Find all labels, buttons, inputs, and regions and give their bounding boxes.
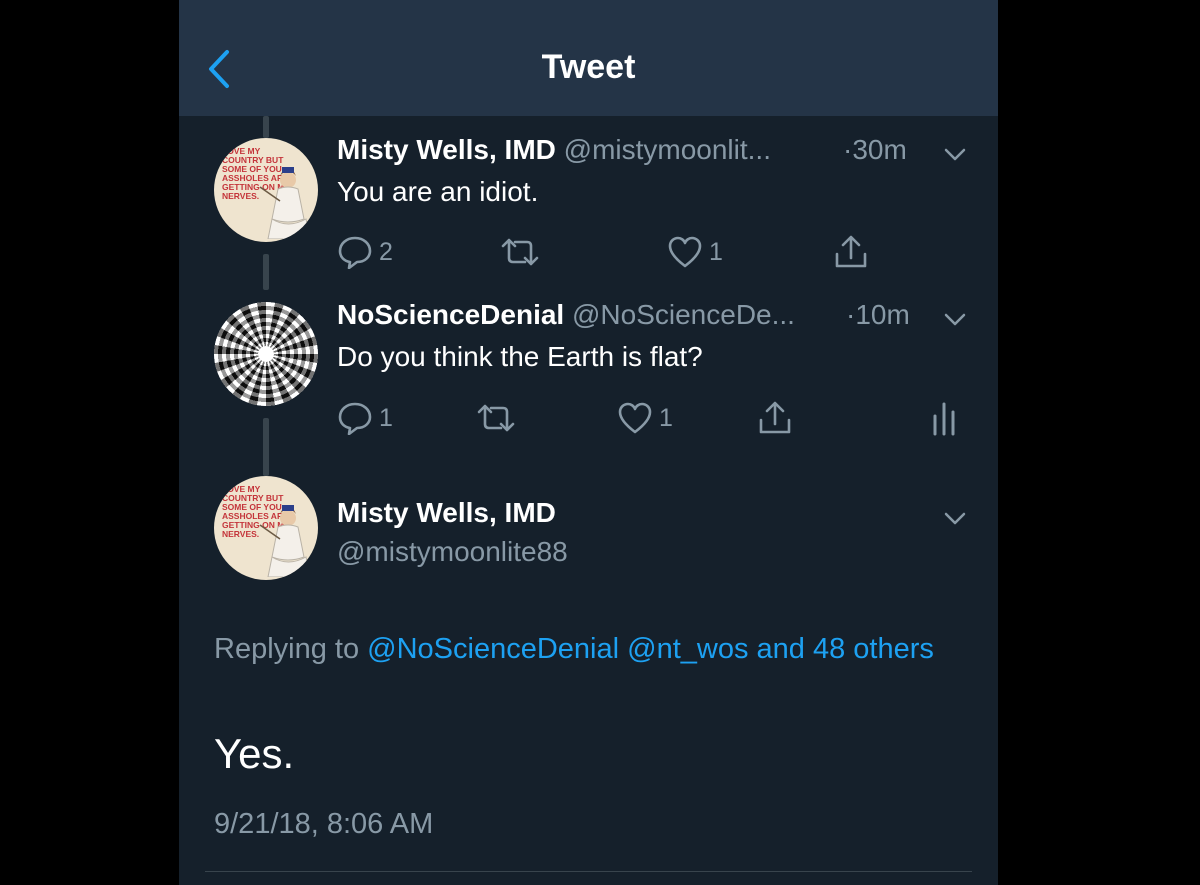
thread-line [263, 418, 269, 476]
replying-to: Replying to @NoScienceDenial @nt_wos and… [214, 628, 934, 671]
reply-count: 2 [379, 237, 393, 266]
avatar[interactable] [214, 302, 318, 406]
user-handle[interactable]: @mistymoonlit... [564, 134, 771, 165]
reply-icon [338, 402, 372, 435]
heart-icon [618, 402, 652, 434]
tweet-time: ·10m [846, 299, 910, 330]
display-name-text: Misty Wells, IMD [337, 497, 556, 528]
tweet-timestamp: 9/21/18, 8:06 AM [214, 808, 434, 840]
retweet-button[interactable] [475, 400, 523, 436]
share-button[interactable] [757, 400, 793, 436]
woman-illustration-icon [259, 167, 311, 239]
avatar[interactable]: Love my country but some of you assholes… [214, 476, 318, 580]
tweet-text: You are an idiot. [337, 176, 539, 207]
display-name[interactable]: Misty Wells, IMD [337, 497, 556, 529]
display-name[interactable]: NoScienceDenial [337, 299, 564, 330]
analytics-button[interactable] [931, 400, 957, 436]
thread-line [263, 254, 269, 290]
heart-icon [668, 236, 702, 268]
tweet-header: Misty Wells, IMD @mistymoonlit... [337, 134, 771, 166]
tweet-screen: Tweet Love my country but some of you as… [179, 0, 998, 885]
retweet-button[interactable] [499, 234, 547, 270]
avatar[interactable]: Love my country but some of you assholes… [214, 138, 318, 242]
tweet-time: ·30m [843, 134, 907, 165]
chevron-down-icon[interactable] [944, 148, 966, 162]
thread-line [263, 116, 269, 138]
others-link[interactable]: and 48 others [757, 633, 934, 665]
tweet-text: Yes. [214, 730, 295, 777]
reply-count: 1 [379, 403, 393, 432]
chevron-down-icon[interactable] [944, 512, 966, 526]
like-count: 1 [659, 403, 673, 432]
woman-illustration-icon [259, 505, 311, 577]
reply-icon [338, 236, 372, 269]
like-count: 1 [709, 237, 723, 266]
tweet-header: NoScienceDenial @NoScienceDe... [337, 299, 795, 331]
page-title: Tweet [541, 48, 636, 86]
retweet-icon [501, 238, 539, 266]
reply-button[interactable]: 1 [337, 400, 393, 436]
user-handle[interactable]: @NoScienceDe... [572, 299, 795, 330]
display-name[interactable]: Misty Wells, IMD [337, 134, 556, 165]
mention-link[interactable]: @nt_wos [627, 633, 748, 665]
chevron-down-icon[interactable] [944, 313, 966, 327]
tweet-text: Do you think the Earth is flat? [337, 341, 703, 372]
like-button[interactable]: 1 [617, 400, 673, 436]
reply-button[interactable]: 2 [337, 234, 393, 270]
avatar-pattern-center [258, 346, 274, 362]
share-icon [835, 235, 867, 268]
retweet-icon [477, 404, 515, 432]
like-button[interactable]: 1 [667, 234, 723, 270]
user-handle[interactable]: @mistymoonlite88 [337, 536, 568, 568]
analytics-icon [933, 402, 955, 436]
navigation-bar: Tweet [179, 0, 998, 116]
divider [205, 871, 972, 872]
replying-label: Replying to [214, 633, 360, 665]
mention-link[interactable]: @NoScienceDenial [367, 633, 619, 665]
share-button[interactable] [833, 234, 869, 270]
share-icon [759, 401, 791, 434]
